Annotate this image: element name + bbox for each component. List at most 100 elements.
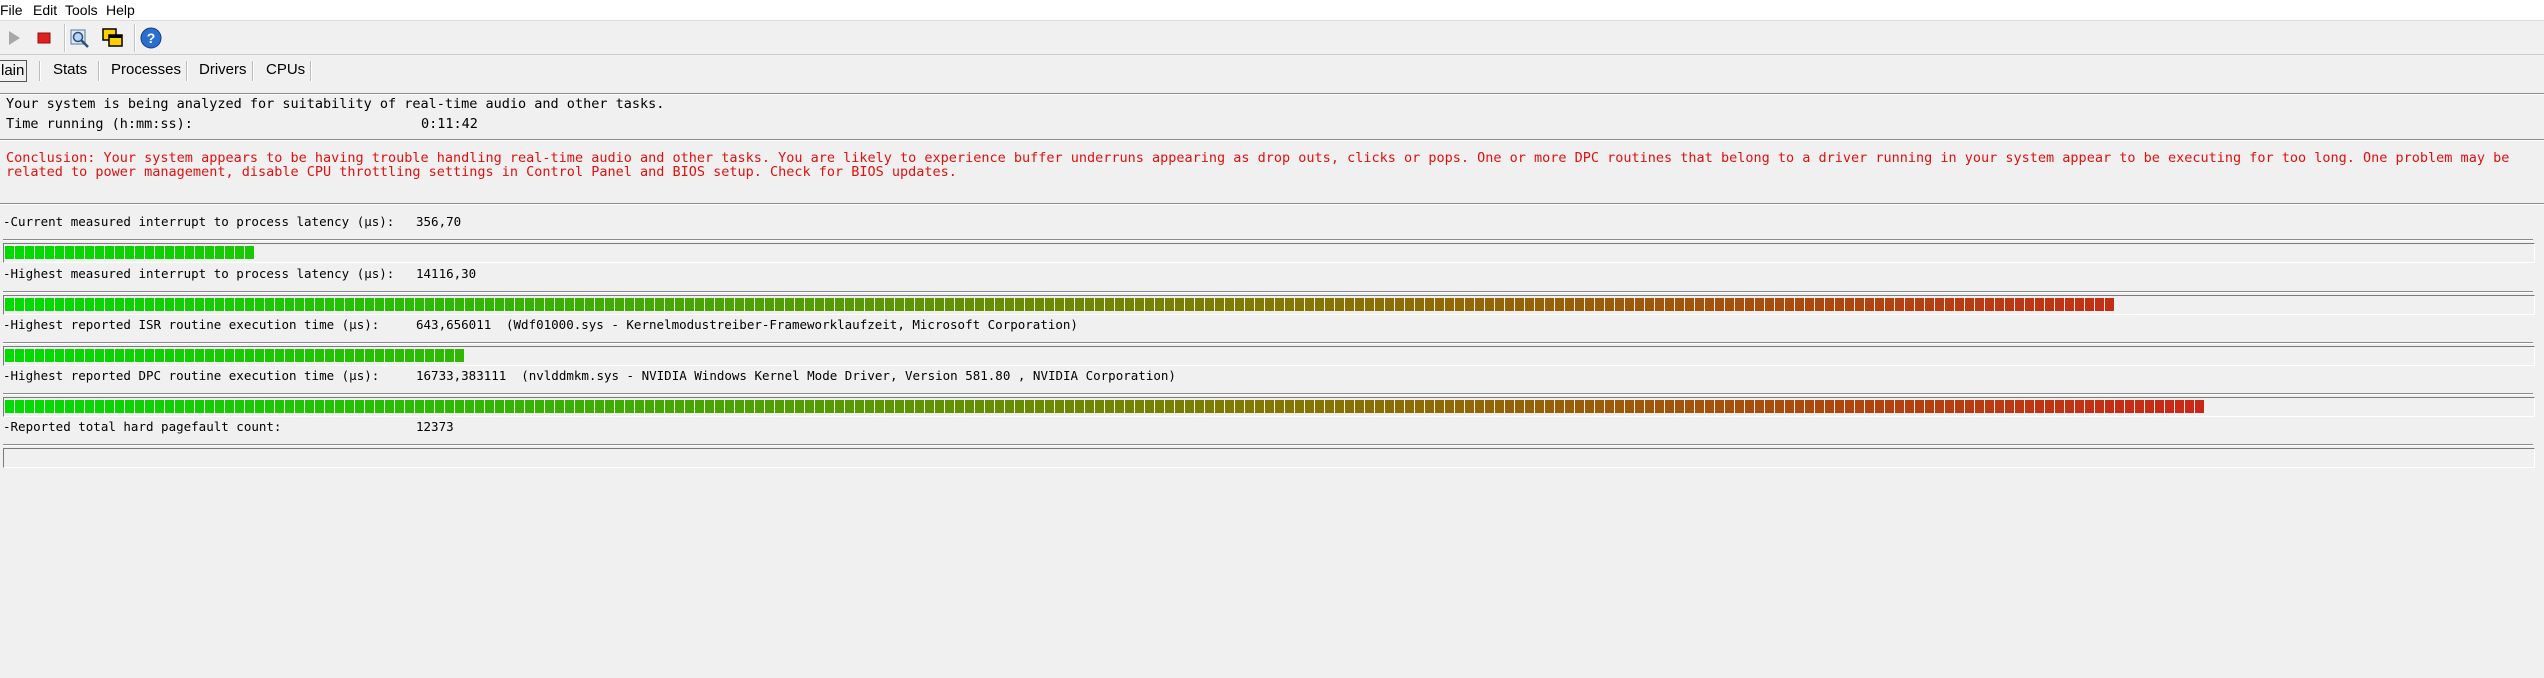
bar-segment	[2105, 298, 2114, 311]
bar-segment	[1395, 400, 1404, 413]
bar-segment	[605, 298, 614, 311]
bar-segment	[1205, 400, 1214, 413]
bar-segment	[1605, 400, 1614, 413]
bar-segment	[65, 400, 74, 413]
menu-help[interactable]: Help	[106, 1, 135, 19]
analyze-button[interactable]	[68, 26, 92, 50]
bar-segment	[15, 246, 24, 259]
bar-segment	[1235, 400, 1244, 413]
bar-segment	[275, 400, 284, 413]
bar-segment	[165, 400, 174, 413]
bar-segment	[2035, 400, 2044, 413]
bar-segment	[2065, 400, 2074, 413]
bar-segment	[1755, 400, 1764, 413]
start-button[interactable]	[2, 26, 26, 50]
bar-segment	[1605, 298, 1614, 311]
bar-segment	[135, 246, 144, 259]
bar-segment	[495, 298, 504, 311]
bar-segment	[1925, 400, 1934, 413]
bar-segment	[725, 298, 734, 311]
bar-segment	[685, 298, 694, 311]
bar-segment	[1285, 298, 1294, 311]
bar-segment	[1245, 400, 1254, 413]
bar-segment	[295, 400, 304, 413]
tab-stats[interactable]: Stats	[51, 59, 89, 81]
bar-segment	[95, 298, 104, 311]
bar-segment	[975, 298, 984, 311]
bar-segment	[635, 400, 644, 413]
bar-segment	[1895, 400, 1904, 413]
bar-segment	[1645, 400, 1654, 413]
bar-segment	[1015, 400, 1024, 413]
bar-segment	[845, 298, 854, 311]
bar-segment	[585, 400, 594, 413]
bar-segment	[1895, 298, 1904, 311]
tab-cpus[interactable]: CPUs	[264, 59, 307, 81]
bar-segment	[55, 298, 64, 311]
toolbar: ?	[0, 20, 2544, 55]
bar-segment	[1815, 400, 1824, 413]
bar-segment	[1675, 400, 1684, 413]
bar-segment	[385, 349, 394, 362]
menu-edit[interactable]: Edit	[33, 1, 57, 19]
bar-segment	[1565, 400, 1574, 413]
bar-segment	[945, 400, 954, 413]
latency-bar	[3, 346, 2535, 366]
stop-button[interactable]	[32, 26, 56, 50]
bar-segment	[605, 400, 614, 413]
bar-segment	[1825, 400, 1834, 413]
bar-segment	[395, 400, 404, 413]
bar-segment	[1585, 298, 1594, 311]
tab-main[interactable]: lain	[0, 60, 28, 82]
bar-segment	[95, 349, 104, 362]
bar-segment	[2165, 400, 2174, 413]
bar-segment	[85, 349, 94, 362]
bar-segment	[2045, 400, 2054, 413]
bar-segment	[1615, 298, 1624, 311]
bar-segment	[1725, 400, 1734, 413]
bar-segment	[15, 400, 24, 413]
bar-segment	[1035, 298, 1044, 311]
bar-segment	[1475, 298, 1484, 311]
windows-button[interactable]	[101, 26, 125, 50]
bar-segment	[345, 349, 354, 362]
bar-segment	[925, 400, 934, 413]
bar-segment	[125, 349, 134, 362]
bar-segment	[2025, 400, 2034, 413]
bar-segment	[1375, 298, 1384, 311]
bar-segment	[1275, 298, 1284, 311]
bar-segment	[1255, 298, 1264, 311]
bar-segment	[1735, 298, 1744, 311]
bar-segment	[355, 298, 364, 311]
bar-segment	[1515, 400, 1524, 413]
bar-segment	[2115, 400, 2124, 413]
bar-segment	[205, 298, 214, 311]
time-running-label: Time running (h:mm:ss):	[6, 116, 193, 132]
bar-segment	[955, 400, 964, 413]
menu-file[interactable]: File	[0, 1, 23, 19]
bar-segment	[1835, 400, 1844, 413]
tab-drivers[interactable]: Drivers	[197, 59, 249, 81]
bar-segment	[1095, 298, 1104, 311]
bar-segment	[545, 298, 554, 311]
bar-segment	[865, 400, 874, 413]
bar-segment	[305, 298, 314, 311]
bar-segment	[645, 400, 654, 413]
bar-segment	[1775, 400, 1784, 413]
bar-segment	[1065, 400, 1074, 413]
bar-segment	[2075, 298, 2084, 311]
help-button[interactable]: ?	[139, 26, 163, 50]
bar-segment	[515, 400, 524, 413]
bar-segment	[495, 400, 504, 413]
tab-processes[interactable]: Processes	[109, 59, 183, 81]
bar-segment	[1005, 298, 1014, 311]
bar-segment	[1725, 298, 1734, 311]
metric-label: -Current measured interrupt to process l…	[3, 214, 395, 229]
bar-segment	[1655, 298, 1664, 311]
bar-segment	[675, 298, 684, 311]
metric-label: -Highest measured interrupt to process l…	[3, 266, 395, 281]
toolbar-separator	[64, 24, 66, 52]
bar-segment	[1225, 298, 1234, 311]
bar-segment	[215, 349, 224, 362]
menu-tools[interactable]: Tools	[65, 1, 98, 19]
